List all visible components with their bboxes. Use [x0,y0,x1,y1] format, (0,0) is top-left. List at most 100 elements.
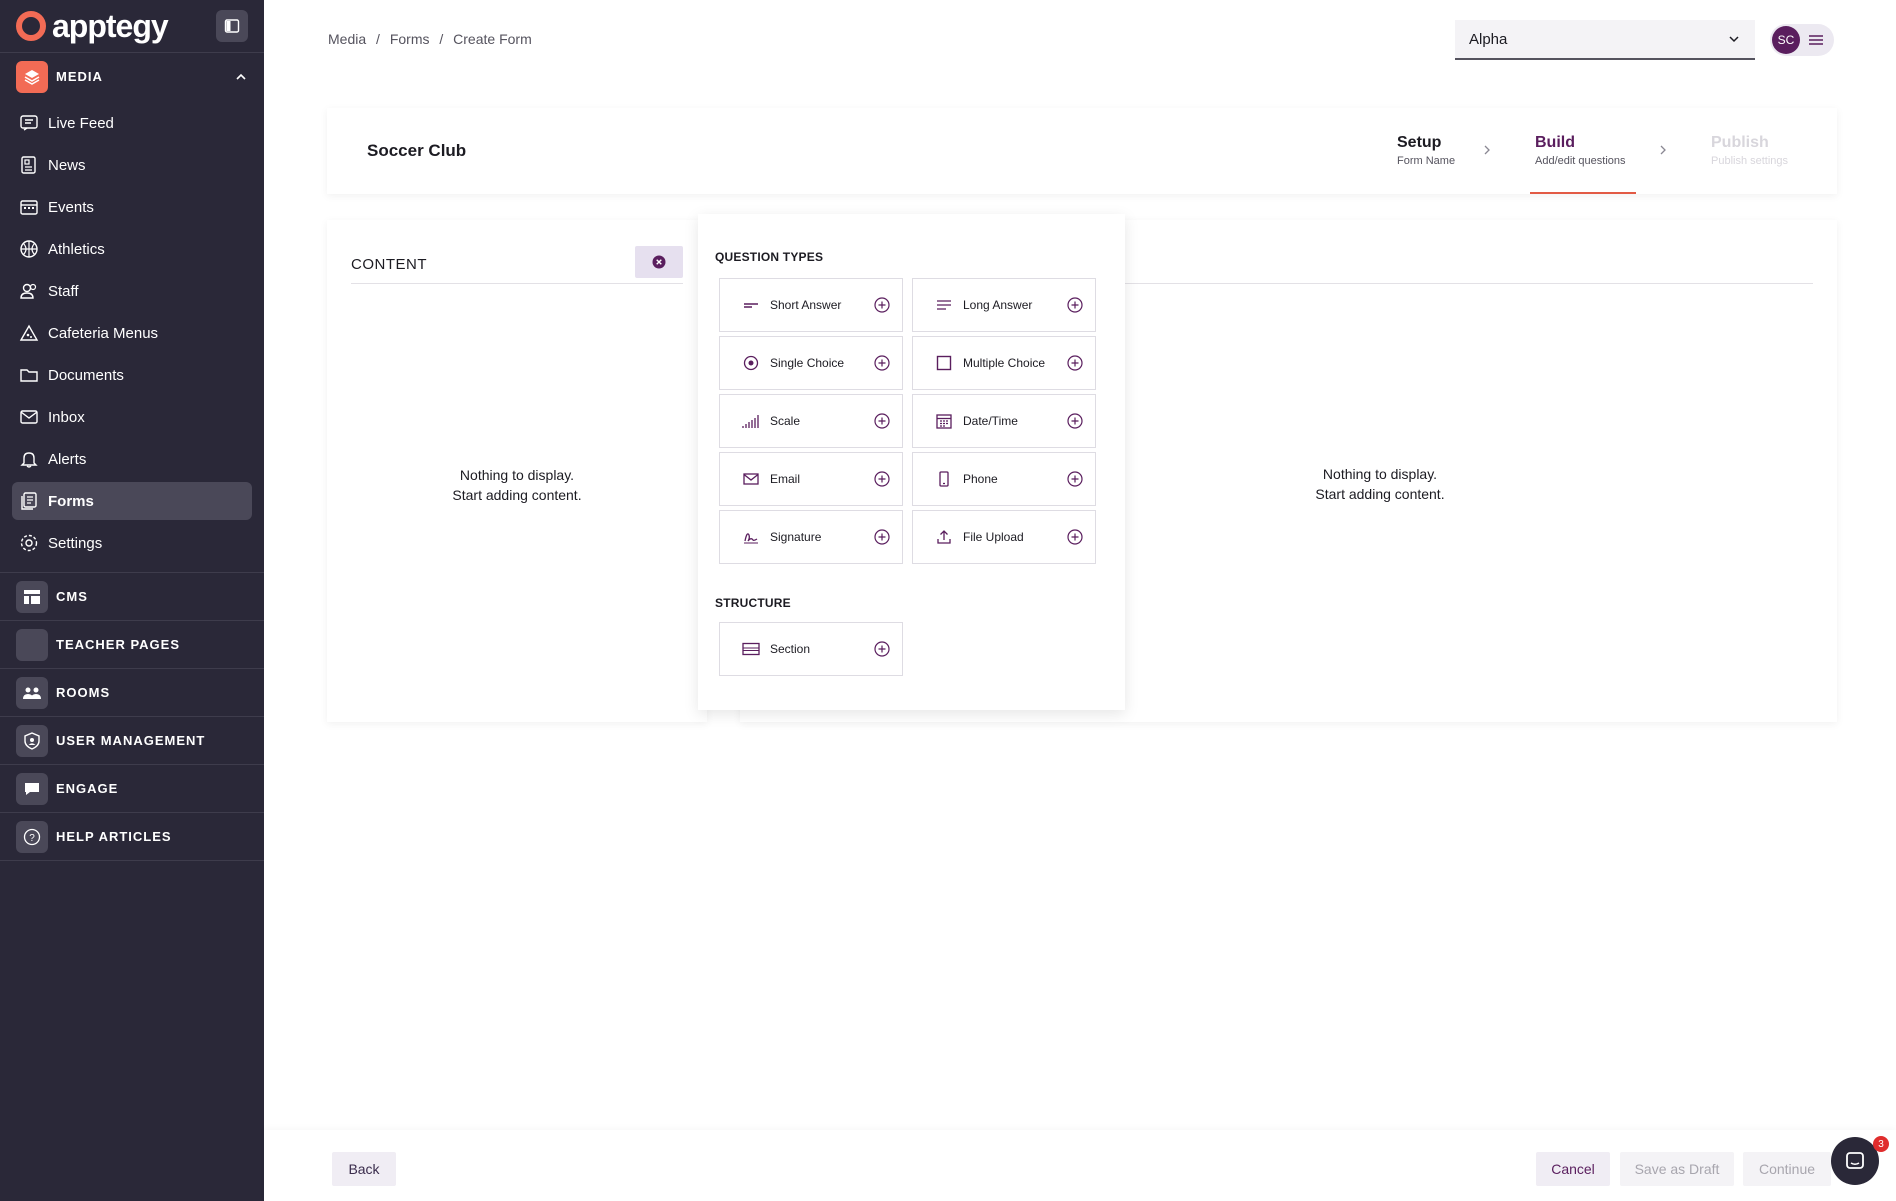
sidebar-item-athletics[interactable]: Athletics [12,230,252,268]
signature-icon [742,528,760,546]
section-icon [742,640,760,658]
add-short-answer-button[interactable]: Short Answer [719,278,903,332]
organization-select[interactable]: Alpha [1455,20,1755,60]
question-type-label: Single Choice [770,356,845,370]
cafeteria-icon [18,322,40,344]
sidebar-item-live-feed[interactable]: Live Feed [12,104,252,142]
sidebar-item-settings[interactable]: Settings [12,524,252,562]
sidebar-item-label: Alerts [48,450,87,468]
media-nav-list: Live Feed News Events Athletics Staff Ca… [0,100,264,572]
plus-circle-icon [1067,529,1083,545]
content-panel: CONTENT Nothing to display. Start adding… [327,220,707,722]
add-scale-button[interactable]: Scale [719,394,903,448]
step-subtitle: Add/edit questions [1535,155,1626,167]
add-date-time-button[interactable]: Date/Time [912,394,1096,448]
section-media[interactable]: MEDIA [0,53,264,100]
add-phone-button[interactable]: Phone [912,452,1096,506]
add-signature-button[interactable]: Signature [719,510,903,564]
question-type-label: Phone [963,472,998,486]
rooms-icon [16,676,48,709]
teacher-pages-icon [16,628,48,661]
breadcrumb-forms[interactable]: Forms [390,31,430,47]
structure-heading: STRUCTURE [715,596,791,610]
section-teacher-pages[interactable]: TEACHER PAGES [0,621,264,668]
svg-text:?: ? [29,833,35,844]
section-label: CMS [56,589,88,604]
plus-circle-icon [874,413,890,429]
sidebar-item-inbox[interactable]: Inbox [12,398,252,436]
cancel-button[interactable]: Cancel [1536,1152,1610,1186]
step-publish: Publish Publish settings [1711,134,1788,167]
plus-circle-icon [1067,471,1083,487]
empty-state-line: Start adding content. [1315,486,1445,502]
step-subtitle: Publish settings [1711,155,1789,167]
events-icon [18,196,40,218]
question-type-label: Date/Time [963,414,1018,428]
sidebar-item-news[interactable]: News [12,146,252,184]
sidebar-item-label: Settings [48,534,103,552]
plus-circle-icon [874,641,890,657]
section-cms[interactable]: CMS [0,573,264,620]
add-long-answer-button[interactable]: Long Answer [912,278,1096,332]
sidebar-item-staff[interactable]: Staff [12,272,252,310]
phone-icon [935,470,953,488]
short-answer-icon [742,296,760,314]
sidebar-item-label: Documents [48,366,124,384]
logo-row: apptegy [0,0,264,52]
breadcrumb-create-form: Create Form [453,31,532,47]
plus-circle-icon [874,529,890,545]
date-time-icon [935,412,953,430]
email-icon [742,470,760,488]
step-build[interactable]: Build Add/edit questions [1535,134,1626,167]
step-setup[interactable]: Setup Form Name [1397,134,1455,167]
add-file-upload-button[interactable]: File Upload [912,510,1096,564]
athletics-icon [18,238,40,260]
save-as-draft-button[interactable]: Save as Draft [1620,1152,1734,1186]
sidebar-item-label: Athletics [48,240,105,258]
media-icon [16,60,48,93]
sidebar-item-forms[interactable]: Forms [12,482,252,520]
back-button[interactable]: Back [332,1152,396,1186]
empty-state: Nothing to display. Start adding content… [1150,464,1610,504]
close-question-types-button[interactable] [635,246,683,278]
sidebar-item-documents[interactable]: Documents [12,356,252,394]
sidebar-item-events[interactable]: Events [12,188,252,226]
single-choice-icon [742,354,760,372]
breadcrumb-separator: / [439,31,444,47]
sidebar-item-label: Live Feed [48,114,114,132]
chat-launcher-button[interactable] [1831,1137,1879,1185]
organization-select-value: Alpha [1469,30,1508,48]
section-engage[interactable]: ENGAGE [0,765,264,812]
forms-icon [18,490,40,512]
question-type-label: Multiple Choice [963,356,1046,370]
section-label: TEACHER PAGES [56,637,180,652]
plus-circle-icon [874,297,890,313]
add-multiple-choice-button[interactable]: Multiple Choice [912,336,1096,390]
breadcrumb-media[interactable]: Media [328,31,366,47]
add-single-choice-button[interactable]: Single Choice [719,336,903,390]
sidebar-item-cafeteria-menus[interactable]: Cafeteria Menus [12,314,252,352]
help-articles-icon: ? [16,820,48,853]
news-icon [18,154,40,176]
sidebar-item-label: Events [48,198,94,216]
form-title: Soccer Club [367,141,467,160]
question-types-popover: QUESTION TYPES Short Answer Long Answer … [698,214,1125,710]
form-title-card: Soccer Club Setup Form Name Build Add/ed… [327,108,1837,194]
section-user-management[interactable]: USER MANAGEMENT [0,717,264,764]
section-rooms[interactable]: ROOMS [0,669,264,716]
sidebar-item-label: Cafeteria Menus [48,324,159,342]
plus-circle-icon [1067,355,1083,371]
file-upload-icon [935,528,953,546]
section-help-articles[interactable]: ? HELP ARTICLES [0,813,264,860]
sidebar-item-alerts[interactable]: Alerts [12,440,252,478]
cms-icon [16,580,48,613]
sidebar-item-label: Inbox [48,408,85,426]
divider [351,283,683,284]
add-email-button[interactable]: Email [719,452,903,506]
collapse-sidebar-button[interactable] [216,10,248,42]
multiple-choice-icon [935,354,953,372]
user-menu[interactable]: SC [1770,24,1834,56]
add-section-button[interactable]: Section [719,622,903,676]
continue-button[interactable]: Continue [1743,1152,1831,1186]
empty-state-line: Nothing to display. [459,467,575,483]
